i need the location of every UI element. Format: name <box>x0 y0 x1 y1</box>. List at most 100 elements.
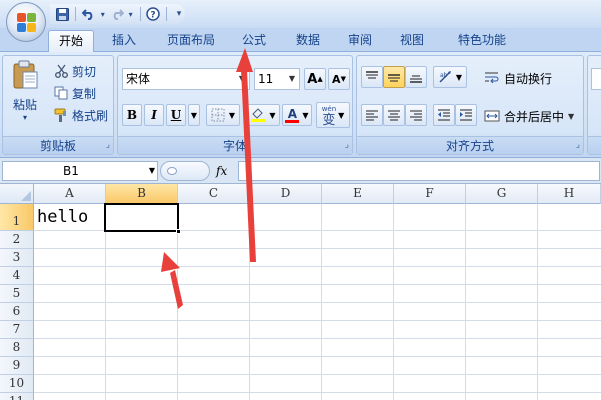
alignment-dialog-launcher-icon[interactable]: ⌟ <box>576 140 580 150</box>
merge-center-label: 合并后居中 <box>504 109 565 124</box>
orientation-button[interactable]: ab ▼ <box>433 66 467 88</box>
fill-color-button[interactable]: ▼ <box>246 104 280 126</box>
grow-font-button[interactable]: A ▲ <box>304 68 326 90</box>
formula-input[interactable] <box>238 161 600 181</box>
column-header[interactable]: D <box>250 184 322 204</box>
font-name-combo[interactable]: 宋体 ▼ <box>122 68 250 90</box>
format-painter-icon <box>53 108 69 122</box>
column-header[interactable]: B <box>106 184 178 204</box>
row-header[interactable]: 4 <box>0 267 34 285</box>
underline-button[interactable]: U <box>166 104 186 126</box>
gridline <box>34 302 601 303</box>
help-icon[interactable]: ? <box>146 6 161 22</box>
insert-function-button[interactable]: fx <box>216 161 227 181</box>
row-header[interactable]: 2 <box>0 231 34 249</box>
row-header[interactable]: 11 <box>0 393 34 400</box>
wrap-text-label: 自动换行 <box>504 71 553 86</box>
underline-dropdown-icon[interactable]: ▼ <box>188 104 200 126</box>
row-header[interactable]: 10 <box>0 375 34 393</box>
office-button[interactable] <box>6 2 46 42</box>
number-format-combo[interactable] <box>591 68 601 90</box>
align-center-button[interactable] <box>383 104 405 126</box>
alignment-group-label: 对齐方式 <box>357 136 583 154</box>
bold-button[interactable]: B <box>122 104 142 126</box>
shrink-font-button[interactable]: A ▼ <box>328 68 350 90</box>
customize-qat-icon[interactable]: ▾ <box>173 6 185 22</box>
row-header[interactable]: 3 <box>0 249 34 267</box>
gridline <box>34 356 601 357</box>
ribbon-tab-row: 开始 插入 页面布局 公式 数据 审阅 视图 特色功能 <box>0 28 601 52</box>
align-top-button[interactable] <box>361 66 383 88</box>
formula-bar-resize-handle[interactable] <box>160 161 210 181</box>
cut-button[interactable]: 剪切 <box>53 62 96 80</box>
cut-label: 剪切 <box>72 64 97 79</box>
font-size-combo[interactable]: 11 ▼ <box>254 68 300 90</box>
text-orientation-icon: ab <box>438 70 454 84</box>
row-header[interactable]: 9 <box>0 357 34 375</box>
gridline <box>34 266 601 267</box>
format-painter-label: 格式刷 <box>72 108 109 123</box>
column-header[interactable]: F <box>394 184 466 204</box>
align-top-icon <box>365 71 379 83</box>
number-group-partial <box>587 55 601 155</box>
tab-special-features[interactable]: 特色功能 <box>446 30 518 52</box>
row-header[interactable]: 7 <box>0 321 34 339</box>
borders-icon <box>211 108 225 122</box>
tab-page-layout[interactable]: 页面布局 <box>156 30 226 52</box>
svg-text:ab: ab <box>440 72 448 79</box>
row-header[interactable]: 1 <box>0 204 34 231</box>
paste-button[interactable]: 粘贴 ▾ <box>7 60 43 132</box>
column-header[interactable]: C <box>178 184 250 204</box>
tab-formulas[interactable]: 公式 <box>230 30 278 52</box>
column-header[interactable]: G <box>466 184 538 204</box>
undo-icon[interactable] <box>81 6 96 22</box>
name-box[interactable]: B1 ▼ <box>2 161 158 181</box>
column-header[interactable]: E <box>322 184 394 204</box>
copy-button[interactable]: 复制 <box>53 84 96 102</box>
align-bottom-button[interactable] <box>405 66 427 88</box>
font-color-button[interactable]: A ▼ <box>282 104 312 126</box>
tab-view[interactable]: 视图 <box>388 30 436 52</box>
undo-dropdown-icon[interactable]: ▾ <box>100 6 106 22</box>
chevron-down-icon: ▼ <box>302 110 309 120</box>
phonetic-guide-button[interactable]: wén 变 ▼ <box>316 102 350 128</box>
font-dialog-launcher-icon[interactable]: ⌟ <box>345 140 349 150</box>
align-middle-icon <box>387 71 401 83</box>
align-right-button[interactable] <box>405 104 427 126</box>
alignment-group: ab ▼ 自动换行 合并后居中 ▼ 对齐方式 ⌟ <box>356 55 584 155</box>
select-all-button[interactable] <box>0 184 34 204</box>
row-header[interactable]: 6 <box>0 303 34 321</box>
cell-a1[interactable]: hello <box>34 205 105 230</box>
column-header[interactable]: H <box>538 184 601 204</box>
increase-indent-button[interactable] <box>455 104 477 126</box>
wrap-text-button[interactable]: 自动换行 <box>483 68 552 88</box>
row-header[interactable]: 8 <box>0 339 34 357</box>
format-painter-button[interactable]: 格式刷 <box>53 106 108 124</box>
save-icon[interactable] <box>56 6 69 22</box>
merge-center-button[interactable]: 合并后居中 ▼ <box>483 106 574 126</box>
decrease-indent-button[interactable] <box>433 104 455 126</box>
quick-access-toolbar: ▾ ▾ ? ▾ <box>50 4 185 24</box>
chevron-down-icon: ▼ <box>269 110 276 120</box>
tab-insert[interactable]: 插入 <box>100 30 148 52</box>
copy-label: 复制 <box>72 86 97 101</box>
font-size-value: 11 <box>258 72 274 86</box>
grow-arrow-icon: ▲ <box>317 75 323 83</box>
fill-handle[interactable] <box>176 229 181 234</box>
italic-button[interactable]: I <box>144 104 164 126</box>
active-cell-b1[interactable] <box>104 203 181 234</box>
spreadsheet-grid[interactable]: A B C D E F G H 1 2 3 4 5 6 7 8 9 10 11 … <box>0 184 601 400</box>
align-middle-button[interactable] <box>383 66 405 88</box>
tab-home[interactable]: 开始 <box>48 30 94 52</box>
align-left-button[interactable] <box>361 104 383 126</box>
font-group: 宋体 ▼ 11 ▼ A ▲ A ▼ B I U ▼ ▼ ▼ A ▼ wén 变 … <box>117 55 353 155</box>
borders-button[interactable]: ▼ <box>206 104 240 126</box>
tab-review[interactable]: 审阅 <box>336 30 384 52</box>
ribbon: 粘贴 ▾ 剪切 复制 格式刷 剪贴板 ⌟ 宋体 ▼ 11 ▼ A ▲ A ▼ B… <box>0 52 601 158</box>
row-header[interactable]: 5 <box>0 285 34 303</box>
redo-dropdown-icon[interactable]: ▾ <box>128 6 134 22</box>
column-header[interactable]: A <box>34 184 106 204</box>
tab-data[interactable]: 数据 <box>284 30 332 52</box>
clipboard-dialog-launcher-icon[interactable]: ⌟ <box>106 140 110 150</box>
redo-icon[interactable] <box>110 6 124 22</box>
